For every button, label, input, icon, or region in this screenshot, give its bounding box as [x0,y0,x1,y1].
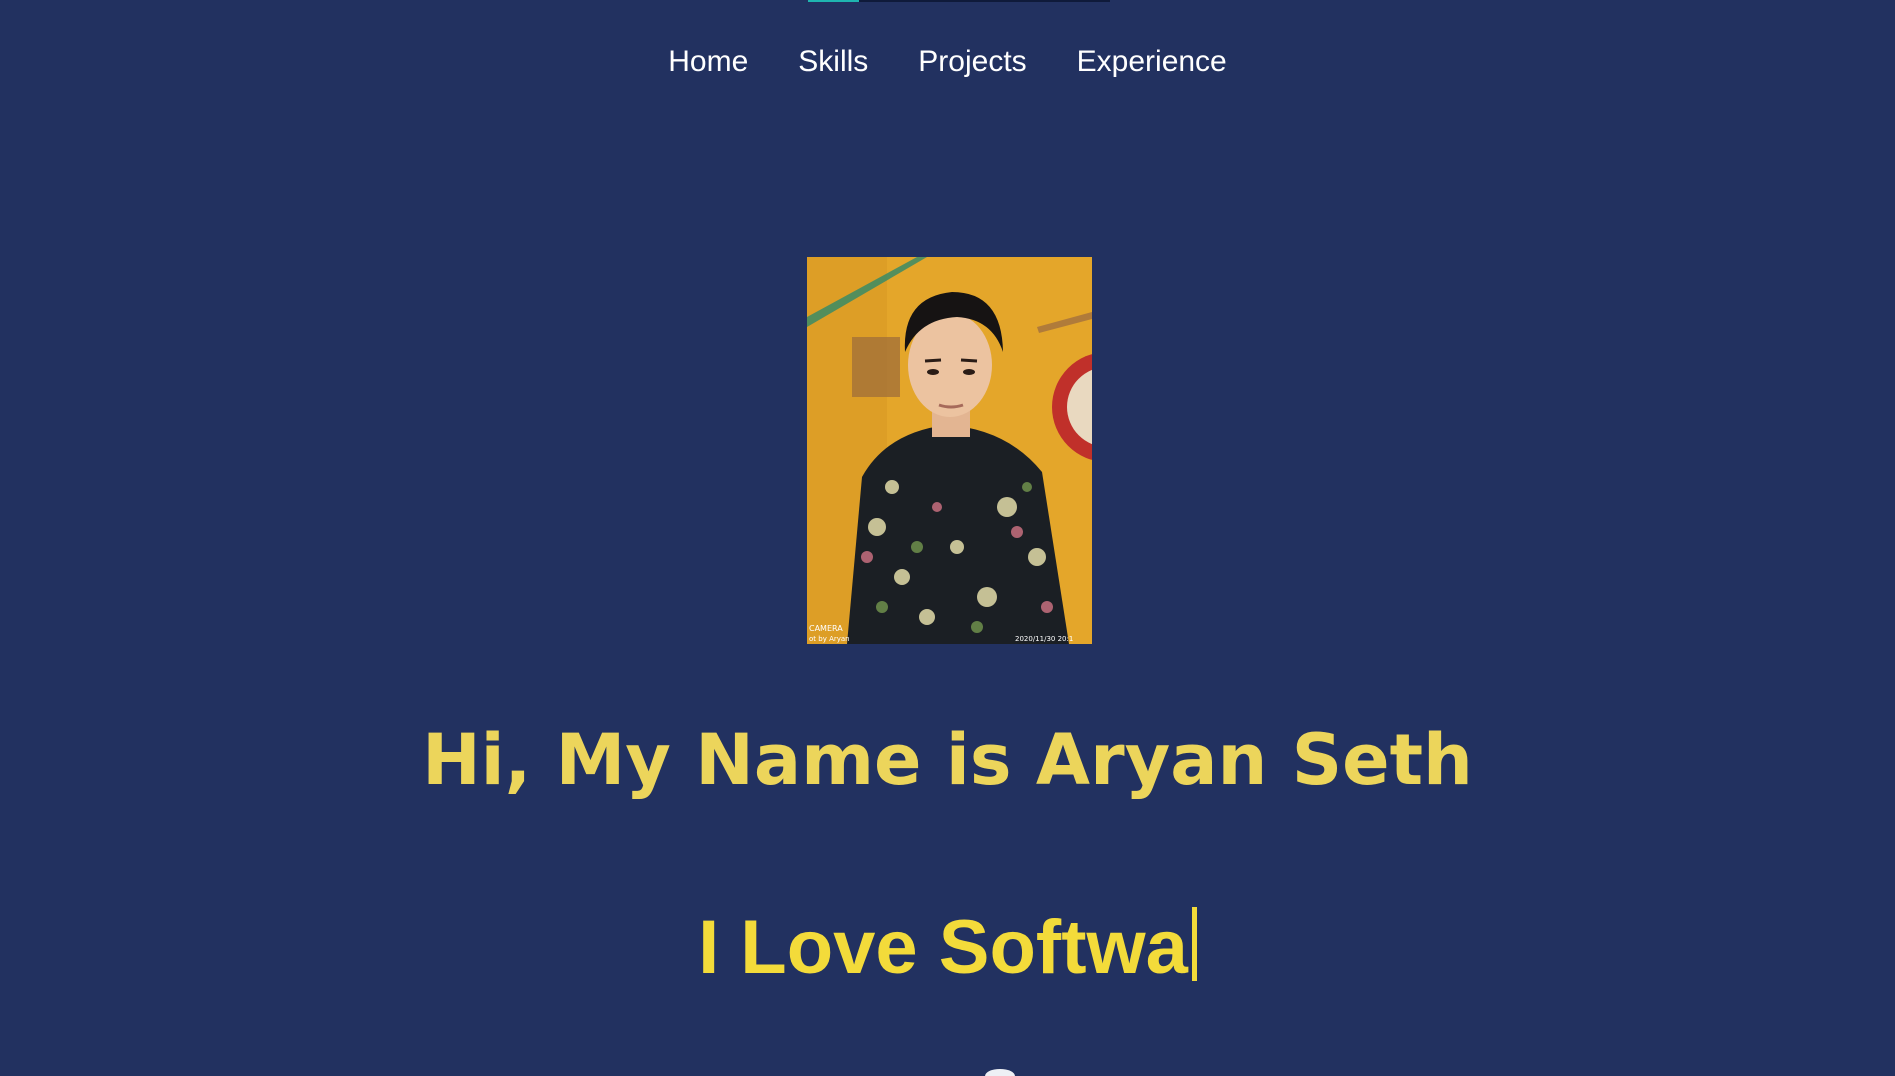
photo-watermark-left-2: ot by Aryan [809,635,850,643]
scroll-progress-bar [808,0,1110,2]
profile-photo: CAMERA ot by Aryan 2020/11/30 20:1 [807,257,1092,644]
top-nav: Home Skills Projects Experience [0,42,1895,82]
page: Home Skills Projects Experience CAMERA o… [0,0,1895,1076]
typewriter-text: I Love Softwa [698,905,1188,990]
scroll-indicator[interactable] [985,1069,1015,1076]
typewriter-line: I Love Softwa [0,900,1895,996]
nav-home-link[interactable]: Home [668,42,748,82]
nav-experience-link[interactable]: Experience [1077,42,1227,82]
photo-watermark-date: 2020/11/30 20:1 [1015,635,1073,643]
typewriter-cursor [1191,907,1197,981]
nav-projects-link[interactable]: Projects [918,42,1026,82]
profile-photo-illustration: CAMERA ot by Aryan 2020/11/30 20:1 [807,257,1092,644]
hero-headline: Hi, My Name is Aryan Seth [422,719,1473,801]
scroll-progress-fill [808,0,860,2]
photo-watermark-left: CAMERA [809,624,843,633]
nav-skills-link[interactable]: Skills [798,42,868,82]
